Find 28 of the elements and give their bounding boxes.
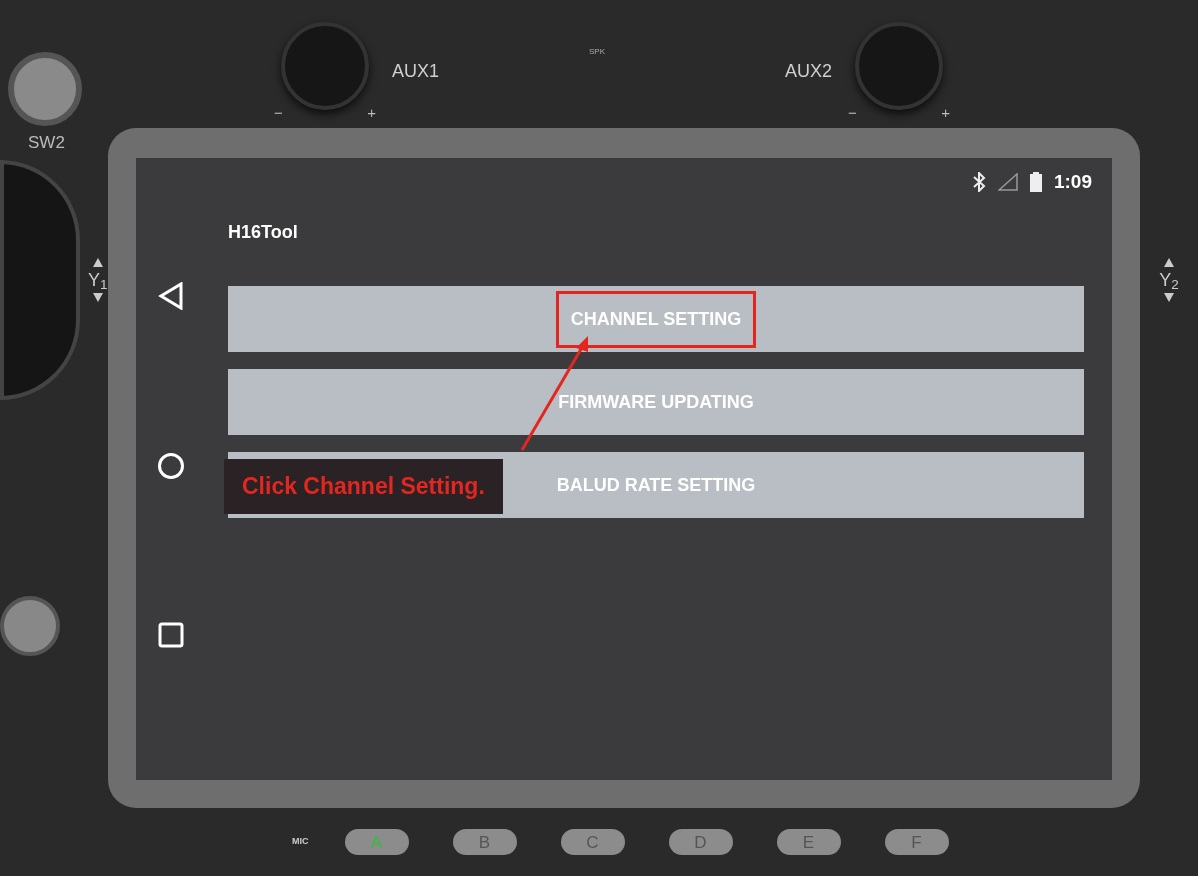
knob-label: AUX2: [785, 59, 833, 83]
callout-tooltip: Click Channel Setting.: [224, 459, 503, 514]
app-title: H16Tool: [228, 221, 299, 244]
plus-label: +: [367, 103, 376, 123]
menu-item[interactable]: FIRMWARE UPDATING: [228, 369, 1084, 435]
minus-label: −: [274, 103, 283, 123]
status-time: 1:09: [1053, 169, 1092, 194]
stick-axis-label: Y$_{2}$: [1159, 271, 1179, 289]
minus-label: −: [848, 103, 857, 123]
down-arrow-icon: [1164, 293, 1174, 302]
home-icon[interactable]: [157, 452, 185, 480]
up-arrow-icon: [1164, 258, 1174, 267]
down-arrow-icon: [92, 293, 103, 302]
side-button[interactable]: [0, 596, 60, 656]
switch-label: SW2: [28, 132, 65, 154]
recents-icon[interactable]: [158, 622, 184, 648]
signal-icon: [997, 173, 1018, 191]
bluetooth-icon: [971, 172, 986, 192]
mic-label: MIC: [292, 835, 309, 849]
back-icon[interactable]: [158, 282, 184, 310]
hardware-button[interactable]: A: [344, 829, 409, 855]
stick-axis-label: Y$_{1}$: [88, 271, 108, 289]
speaker-label: SPK: [589, 46, 606, 58]
plus-label: +: [941, 103, 951, 123]
menu-item[interactable]: CHANNEL SETTING: [228, 286, 1084, 352]
knob-label: AUX1: [392, 59, 440, 83]
battery-icon: [1029, 172, 1042, 192]
up-arrow-icon: [92, 258, 103, 267]
